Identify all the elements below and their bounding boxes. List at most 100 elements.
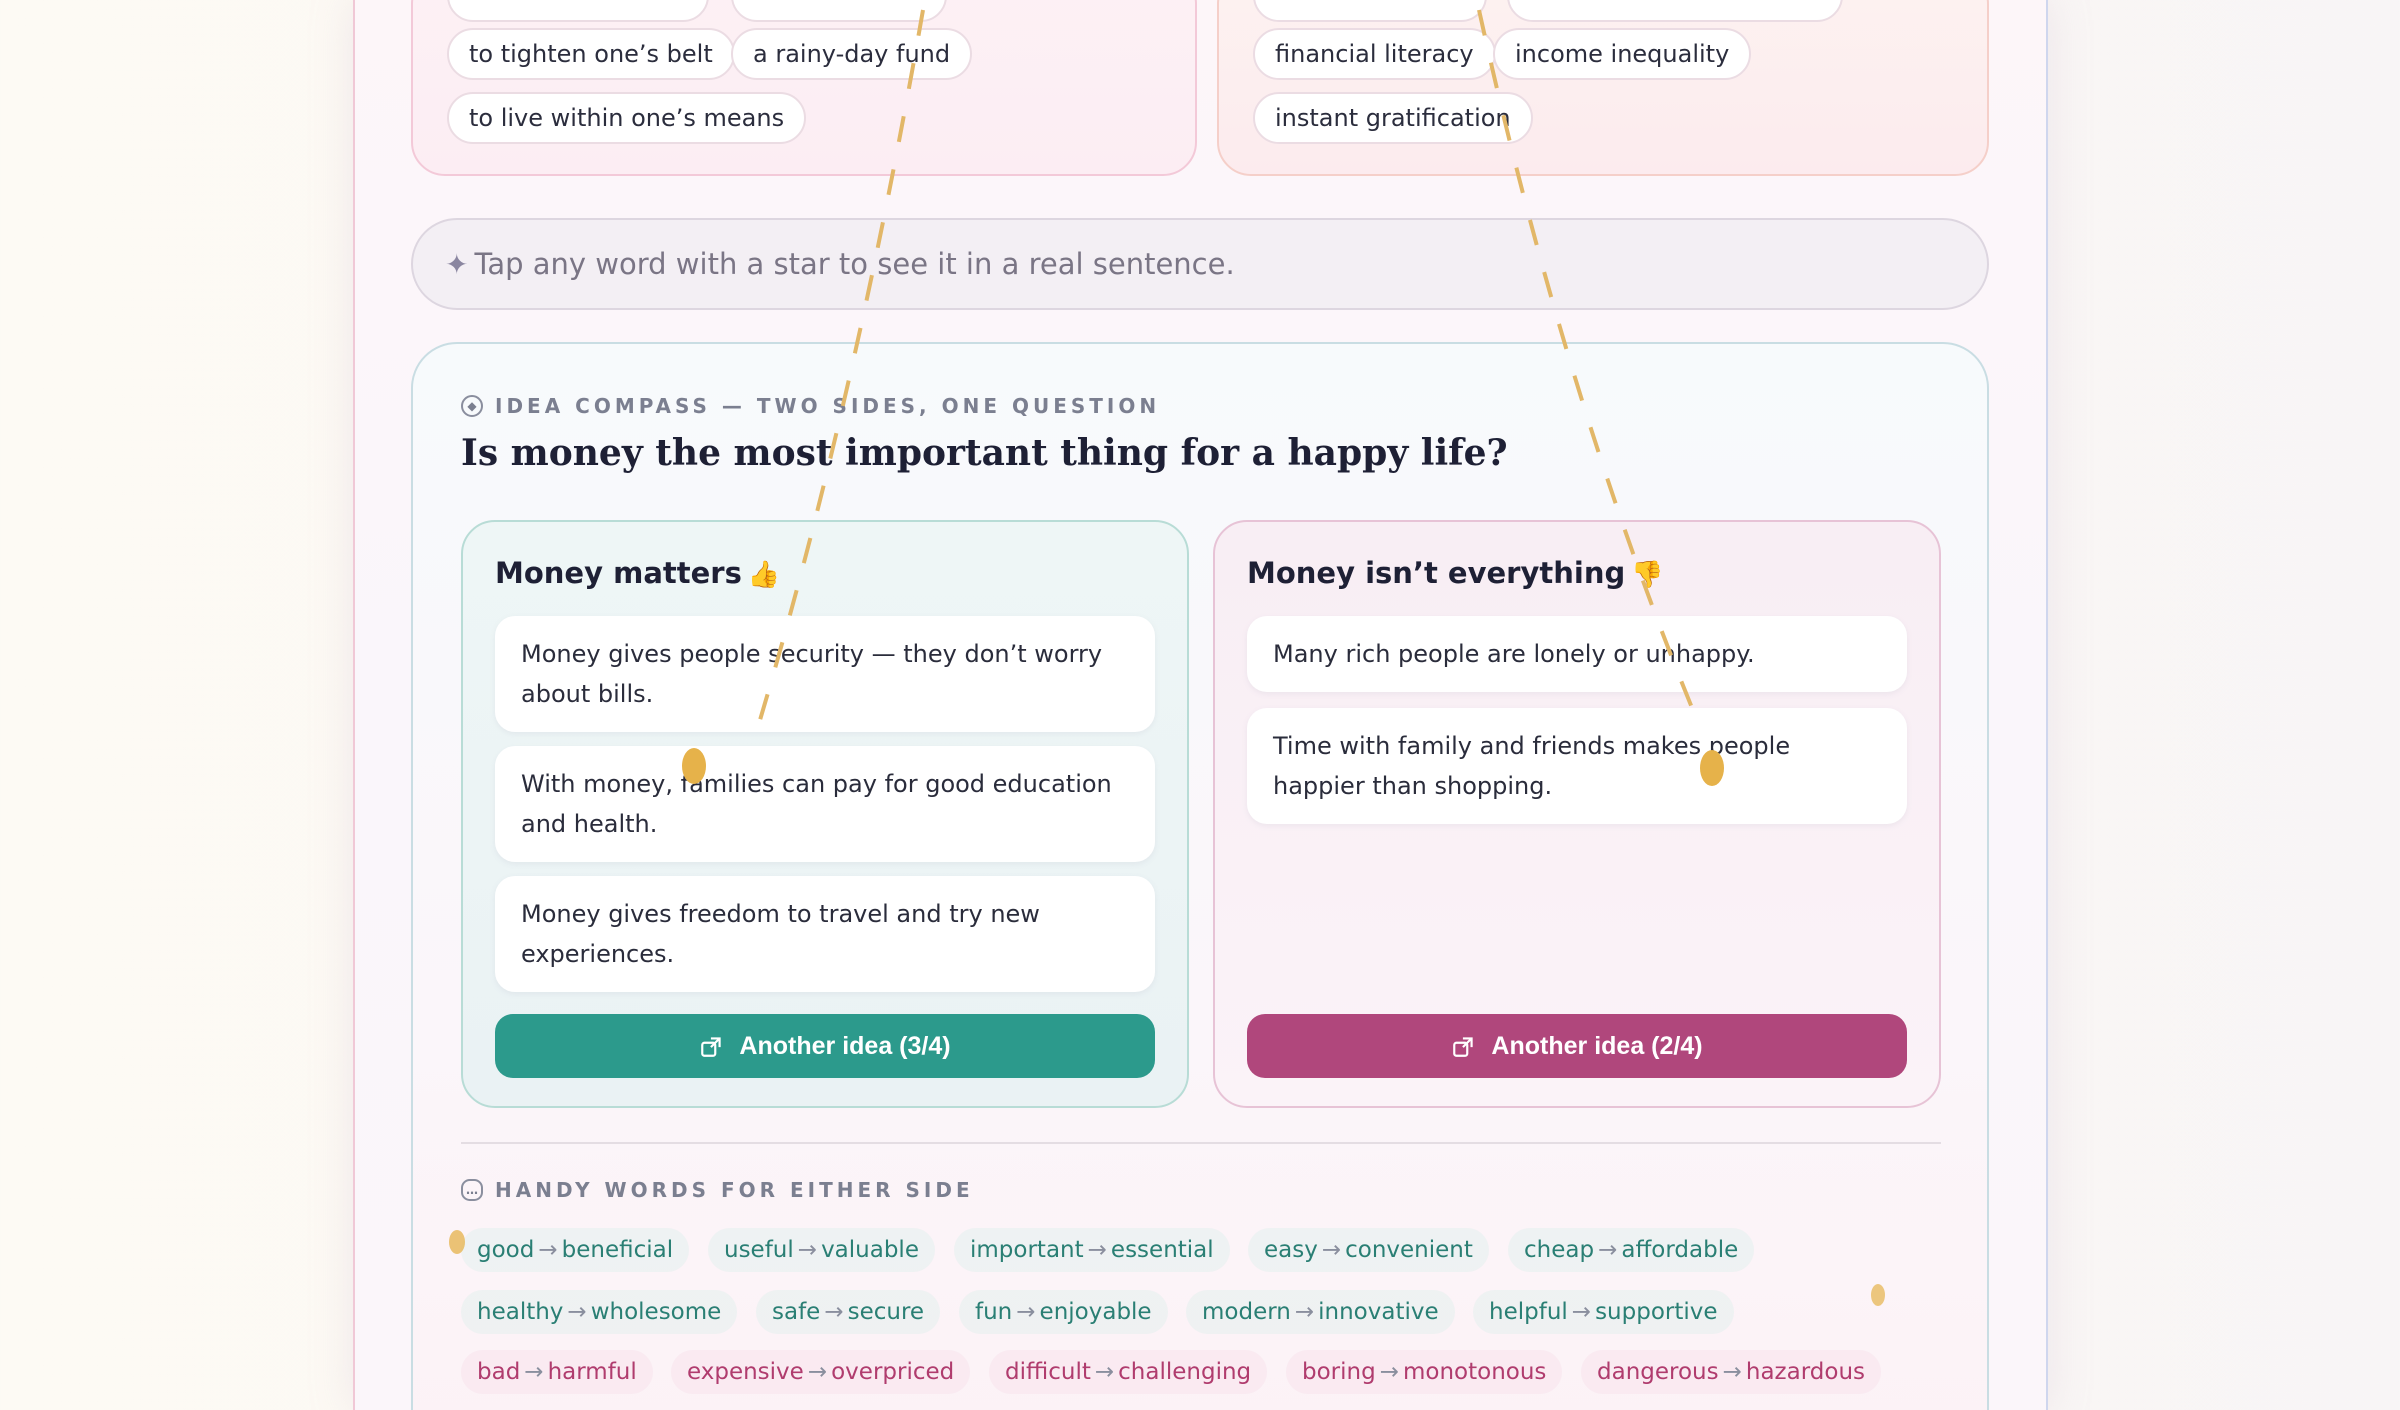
confetti-piece bbox=[682, 748, 706, 784]
word-upgrade-pill[interactable]: dangerous → hazardous bbox=[1581, 1350, 1882, 1394]
hint-bar: ✦ Tap any word with a star to see it in … bbox=[411, 218, 1989, 310]
handy-words-eyebrow: … HANDY WORDS FOR EITHER SIDE bbox=[461, 1178, 974, 1202]
arrow-right-icon: → bbox=[1294, 1299, 1315, 1325]
arrow-right-icon: → bbox=[1722, 1359, 1742, 1385]
word-basic: fun bbox=[975, 1299, 1013, 1325]
vocab-chip[interactable]: financial literacy bbox=[1253, 28, 1496, 80]
word-upgrade-pill[interactable]: bad → harmful bbox=[461, 1350, 653, 1394]
pro-idea-card: With money, families can pay for good ed… bbox=[495, 746, 1155, 862]
pro-another-idea-button[interactable]: Another idea (3/4) bbox=[495, 1014, 1155, 1078]
arrow-right-icon: → bbox=[524, 1359, 544, 1385]
word-upgrade: challenging bbox=[1118, 1359, 1252, 1385]
vocab-chip[interactable]: a rainy-day fund bbox=[731, 28, 973, 80]
word-upgrade-pill[interactable]: fun → enjoyable bbox=[959, 1290, 1168, 1334]
word-upgrade: beneficial bbox=[561, 1237, 674, 1263]
pro-side-panel: Money matters 👍 Money gives people securi… bbox=[461, 520, 1189, 1108]
word-basic: expensive bbox=[687, 1359, 804, 1385]
vocab-card-right: financial literacy income inequality ins… bbox=[1217, 0, 1989, 176]
con-another-idea-label: Another idea (2/4) bbox=[1491, 1031, 1703, 1060]
vocab-chip-hidden[interactable] bbox=[447, 0, 709, 22]
vocab-chip-hidden[interactable] bbox=[731, 0, 947, 22]
word-upgrade: essential bbox=[1110, 1237, 1214, 1263]
arrow-right-icon: → bbox=[567, 1299, 587, 1325]
thumbs-up-icon: 👍 bbox=[747, 560, 781, 590]
word-basic: good bbox=[477, 1237, 535, 1263]
confetti-piece bbox=[1700, 750, 1724, 786]
word-upgrade: monotonous bbox=[1402, 1359, 1547, 1385]
word-upgrade-pill[interactable]: cheap → affordable bbox=[1508, 1228, 1755, 1272]
arrow-right-icon: → bbox=[807, 1359, 828, 1385]
word-upgrade-pill[interactable]: boring → monotonous bbox=[1286, 1350, 1563, 1394]
sparkle-icon: ✦ bbox=[445, 247, 469, 281]
word-upgrade: hazardous bbox=[1745, 1359, 1866, 1385]
handy-words-eyebrow-text: HANDY WORDS FOR EITHER SIDE bbox=[495, 1178, 974, 1202]
word-upgrade: innovative bbox=[1318, 1299, 1439, 1325]
word-basic: easy bbox=[1264, 1237, 1318, 1263]
speech-bubble-icon: … bbox=[461, 1179, 483, 1201]
word-upgrade: affordable bbox=[1621, 1237, 1739, 1263]
arrow-right-icon: → bbox=[824, 1299, 844, 1325]
shuffle-icon bbox=[701, 1037, 722, 1057]
word-upgrade-pill[interactable]: helpful → supportive bbox=[1473, 1290, 1734, 1334]
word-basic: helpful bbox=[1489, 1299, 1568, 1325]
compass-eyebrow-text: IDEA COMPASS — TWO SIDES, ONE QUESTION bbox=[495, 394, 1161, 418]
word-upgrade: valuable bbox=[821, 1237, 919, 1263]
confetti-piece bbox=[449, 1230, 465, 1254]
arrow-right-icon: → bbox=[1571, 1299, 1592, 1325]
word-upgrade: convenient bbox=[1345, 1237, 1473, 1263]
compass-question: Is money the most important thing for a … bbox=[461, 432, 1508, 474]
con-idea-card: Time with family and friends makes peopl… bbox=[1247, 708, 1907, 824]
arrow-right-icon: → bbox=[538, 1237, 558, 1263]
word-upgrade: enjoyable bbox=[1039, 1299, 1152, 1325]
vocab-chip[interactable]: instant gratification bbox=[1253, 92, 1533, 144]
arrow-right-icon: → bbox=[1087, 1237, 1107, 1263]
word-upgrade-pill[interactable]: useful → valuable bbox=[708, 1228, 935, 1272]
word-basic: useful bbox=[724, 1237, 794, 1263]
word-upgrade-pill[interactable]: easy → convenient bbox=[1248, 1228, 1489, 1272]
word-upgrade: secure bbox=[847, 1299, 925, 1325]
arrow-right-icon: → bbox=[1016, 1299, 1036, 1325]
word-upgrade-pill[interactable]: important → essential bbox=[954, 1228, 1230, 1272]
word-upgrade: supportive bbox=[1595, 1299, 1718, 1325]
arrow-right-icon: → bbox=[1379, 1359, 1399, 1385]
word-basic: difficult bbox=[1005, 1359, 1091, 1385]
word-upgrade-pill[interactable]: good → beneficial bbox=[461, 1228, 690, 1272]
word-basic: modern bbox=[1202, 1299, 1291, 1325]
vocab-chip-hidden[interactable] bbox=[1507, 0, 1843, 22]
word-upgrade: wholesome bbox=[590, 1299, 722, 1325]
vocab-chip-hidden[interactable] bbox=[1253, 0, 1487, 22]
idea-compass-card: ◆ IDEA COMPASS — TWO SIDES, ONE QUESTION… bbox=[411, 342, 1989, 1410]
word-basic: dangerous bbox=[1597, 1359, 1719, 1385]
word-basic: safe bbox=[772, 1299, 821, 1325]
confetti-piece bbox=[1871, 1284, 1885, 1306]
word-basic: healthy bbox=[477, 1299, 564, 1325]
section-divider bbox=[461, 1142, 1941, 1144]
main-page: to tighten one’s belt a rainy-day fund t… bbox=[353, 0, 2048, 1410]
con-idea-card: Many rich people are lonely or unhappy. bbox=[1247, 616, 1907, 692]
word-basic: boring bbox=[1302, 1359, 1376, 1385]
pro-idea-card: Money gives people security — they don’t… bbox=[495, 616, 1155, 732]
word-basic: cheap bbox=[1524, 1237, 1595, 1263]
vocab-chip[interactable]: to tighten one’s belt bbox=[447, 28, 735, 80]
word-upgrade: harmful bbox=[547, 1359, 637, 1385]
vocab-chip[interactable]: income inequality bbox=[1493, 28, 1752, 80]
pro-side-title: Money matters 👍 bbox=[495, 556, 781, 590]
word-basic: important bbox=[970, 1237, 1084, 1263]
compass-eyebrow: ◆ IDEA COMPASS — TWO SIDES, ONE QUESTION bbox=[461, 394, 1160, 418]
vocab-chip[interactable]: to live within one’s means bbox=[447, 92, 807, 144]
word-upgrade-pill[interactable]: expensive → overpriced bbox=[671, 1350, 971, 1394]
word-upgrade-pill[interactable]: modern → innovative bbox=[1186, 1290, 1455, 1334]
word-upgrade: overpriced bbox=[831, 1359, 955, 1385]
pro-idea-card: Money gives freedom to travel and try ne… bbox=[495, 876, 1155, 992]
con-another-idea-button[interactable]: Another idea (2/4) bbox=[1247, 1014, 1907, 1078]
arrow-right-icon: → bbox=[1598, 1237, 1618, 1263]
word-upgrade-pill[interactable]: safe → secure bbox=[756, 1290, 941, 1334]
word-upgrade-pill[interactable]: difficult → challenging bbox=[989, 1350, 1268, 1394]
arrow-right-icon: → bbox=[1321, 1237, 1342, 1263]
con-side-panel: Money isn’t everything 👎 Many rich people… bbox=[1213, 520, 1941, 1108]
vocab-card-left: to tighten one’s belt a rainy-day fund t… bbox=[411, 0, 1197, 176]
compass-icon: ◆ bbox=[461, 395, 483, 417]
word-basic: bad bbox=[477, 1359, 521, 1385]
con-side-title: Money isn’t everything 👎 bbox=[1247, 556, 1664, 590]
word-upgrade-pill[interactable]: healthy → wholesome bbox=[461, 1290, 738, 1334]
